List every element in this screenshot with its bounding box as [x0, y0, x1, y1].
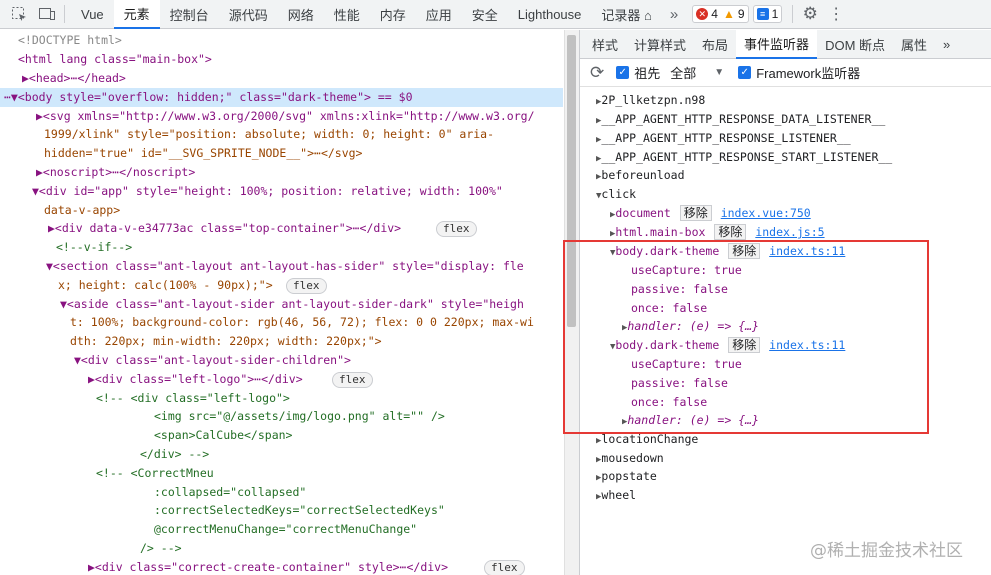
scope-dropdown-icon[interactable]: ▼: [714, 67, 724, 78]
listener-document[interactable]: ▶document 移除 index.vue:750: [610, 204, 811, 223]
framework-listeners-label: Framework监听器: [756, 66, 861, 81]
comment-line: @correctMenuChange="correctMenuChange": [154, 522, 418, 536]
tab-dom-breakpoints[interactable]: DOM 断点: [817, 30, 893, 59]
tab-event-listeners[interactable]: 事件监听器: [736, 29, 818, 59]
svg-node-cont-2: hidden="true" id="__SVG_SPRITE_NODE__">⋯…: [44, 146, 363, 160]
section-node[interactable]: ▼<section class="ant-layout ant-layout-h…: [46, 257, 524, 275]
framework-listeners-checkbox[interactable]: ✓: [738, 66, 752, 79]
sidebar-tabs: 样式 计算样式 布局 事件监听器 DOM 断点 属性 »: [580, 29, 991, 59]
source-link[interactable]: index.vue:750: [721, 206, 811, 220]
ancestors-label: 祖先: [634, 66, 661, 81]
tab-network[interactable]: 网络: [278, 0, 324, 29]
message-count: 1: [771, 7, 779, 21]
sider-children-node[interactable]: ▼<div class="ant-layout-sider-children">: [74, 351, 351, 369]
error-count: 4: [711, 7, 718, 21]
device-toolbar-icon[interactable]: [36, 3, 58, 25]
settings-gear-icon[interactable]: ⚙: [799, 3, 821, 25]
more-tabs-button[interactable]: »: [662, 6, 686, 23]
tab-sources[interactable]: 源代码: [219, 0, 278, 29]
html-node[interactable]: <html lang class="main-box">: [18, 50, 212, 68]
v-if-comment: <!--v-if-->: [56, 240, 133, 254]
noscript-node[interactable]: ▶<noscript>⋯</noscript>: [36, 163, 195, 181]
more-options-icon[interactable]: ⋮: [825, 3, 847, 25]
comment-line: <span>CalCube</span>: [154, 428, 293, 442]
aside-node-cont-1: t: 100%; background-color: rgb(46, 56, 7…: [70, 315, 534, 329]
warning-count: 9: [737, 7, 745, 21]
error-icon: ✕: [696, 8, 709, 20]
event-listener-toolbar: ⟳ ✓ 祖先 全部 ▼ ✓ Framework监听器: [580, 59, 991, 87]
event-response-start[interactable]: ▶__APP_AGENT_HTTP_RESPONSE_START_LISTENE…: [596, 148, 892, 167]
refresh-icon[interactable]: ⟳: [590, 63, 604, 83]
left-logo-node[interactable]: ▶<div class="left-logo">⋯</div>: [88, 370, 303, 388]
tab-performance[interactable]: 性能: [324, 0, 370, 29]
tab-layout[interactable]: 布局: [694, 30, 736, 59]
warning-icon: ▲: [722, 7, 735, 21]
ancestors-checkbox[interactable]: ✓: [616, 66, 630, 79]
head-node[interactable]: ▶<head>⋯</head>: [22, 69, 126, 87]
comment-line: <!-- <CorrectMneu: [96, 466, 214, 480]
event-mousedown[interactable]: ▶mousedown: [596, 449, 664, 468]
source-link[interactable]: index.js:5: [755, 225, 824, 239]
section-node-cont: x; height: calc(100% - 90px);">: [58, 278, 273, 292]
comment-line: </div> -->: [140, 447, 210, 461]
tab-vue[interactable]: Vue: [71, 0, 114, 29]
devtools-toolbar: Vue 元素 控制台 源代码 网络 性能 内存 应用 安全 Lighthouse…: [0, 0, 991, 29]
toolbar-divider: [64, 5, 65, 23]
comment-line: /> -->: [140, 541, 182, 555]
top-container-node[interactable]: ▶<div data-v-e34773ac class="top-contain…: [48, 219, 401, 237]
doctype-line[interactable]: <!DOCTYPE html>: [18, 31, 122, 49]
svg-node-cont-1: 1999/xlink" style="position: absolute; w…: [44, 127, 495, 141]
message-icon: ≡: [756, 8, 769, 20]
remove-listener-button[interactable]: 移除: [714, 224, 747, 240]
create-container-node[interactable]: ▶<div class="correct-create-container" s…: [88, 558, 448, 575]
event-response-data[interactable]: ▶__APP_AGENT_HTTP_RESPONSE_DATA_LISTENER…: [596, 110, 885, 129]
event-response[interactable]: ▶__APP_AGENT_HTTP_RESPONSE_LISTENER__: [596, 129, 851, 148]
tab-security[interactable]: 安全: [462, 0, 508, 29]
comment-line: :collapsed="collapsed": [154, 485, 307, 499]
aside-node[interactable]: ▼<aside class="ant-layout-sider ant-layo…: [60, 295, 524, 313]
tab-lighthouse[interactable]: Lighthouse: [508, 0, 592, 29]
scope-select[interactable]: 全部: [670, 63, 696, 82]
event-popstate[interactable]: ▶popstate: [596, 467, 657, 486]
elements-tree-panel: <!DOCTYPE html> <html lang class="main-b…: [0, 30, 578, 575]
app-div-cont: data-v-app>: [44, 203, 121, 217]
tab-application[interactable]: 应用: [416, 0, 462, 29]
error-count-badge[interactable]: ✕ 4 ▲ 9: [692, 5, 749, 23]
app-div-node[interactable]: ▼<div id="app" style="height: 100%; posi…: [32, 182, 503, 200]
svg-node[interactable]: ▶<svg xmlns="http://www.w3.org/2000/svg"…: [36, 107, 535, 125]
event-beforeunload[interactable]: ▶beforeunload: [596, 166, 685, 185]
remove-listener-button[interactable]: 移除: [679, 205, 712, 221]
event-2p[interactable]: ▶2P_llketzpn.n98: [596, 91, 705, 110]
more-sidebar-tabs-button[interactable]: »: [935, 30, 958, 59]
flex-badge[interactable]: flex: [332, 372, 373, 388]
comment-line: <!-- <div class="left-logo">: [96, 391, 290, 405]
annotation-highlight-box: [563, 240, 929, 434]
comment-line: :correctSelectedKeys="correctSelectedKey…: [154, 503, 445, 517]
flex-badge[interactable]: flex: [286, 278, 327, 294]
tab-properties[interactable]: 属性: [893, 30, 935, 59]
tab-styles[interactable]: 样式: [580, 30, 626, 59]
tab-console[interactable]: 控制台: [160, 0, 219, 29]
toolbar-divider-2: [792, 5, 794, 23]
message-count-badge[interactable]: ≡ 1: [752, 5, 783, 23]
event-wheel[interactable]: ▶wheel: [596, 486, 636, 505]
aside-node-cont-2: dth: 220px; min-width: 220px; width: 220…: [70, 334, 382, 348]
flex-badge[interactable]: flex: [436, 221, 477, 237]
body-node[interactable]: ⋯▼<body style="overflow: hidden;" class=…: [4, 88, 413, 106]
comment-line: <img src="@/assets/img/logo.png" alt="" …: [154, 409, 445, 423]
event-click[interactable]: ▼click: [596, 185, 636, 204]
watermark-text: @稀土掘金技术社区: [810, 541, 963, 561]
tab-elements[interactable]: 元素: [113, 0, 160, 29]
inspect-element-icon[interactable]: [8, 3, 30, 25]
tab-memory[interactable]: 内存: [370, 0, 416, 29]
tab-recorder[interactable]: 记录器 ⌂: [591, 0, 661, 29]
flex-badge[interactable]: flex: [484, 560, 525, 575]
tab-computed[interactable]: 计算样式: [626, 30, 694, 59]
